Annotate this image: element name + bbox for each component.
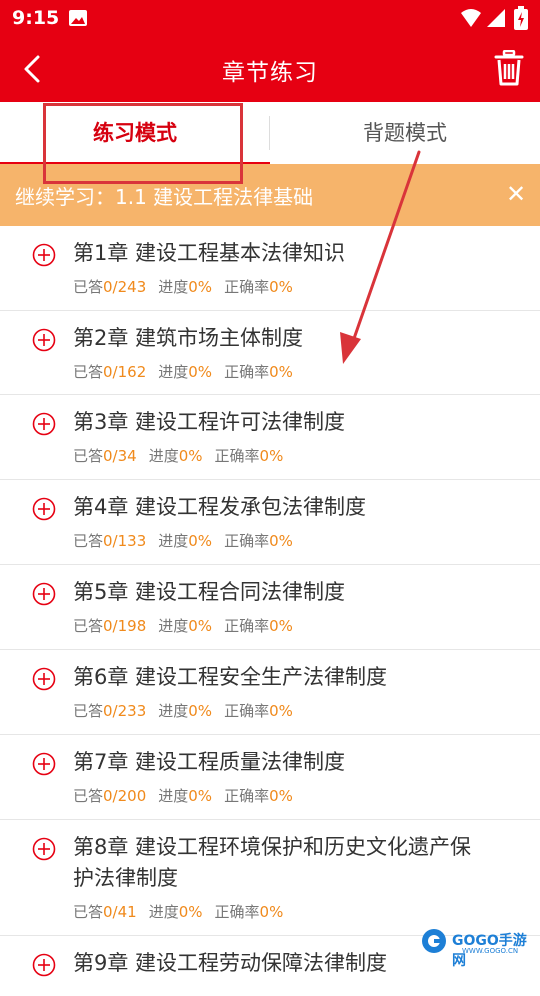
chapter-title: 第6章 建设工程安全生产法律制度 [73, 665, 388, 689]
chapter-title: 第4章 建设工程发承包法律制度 [73, 495, 367, 519]
status-time: 9:15 [12, 7, 60, 29]
plus-circle-icon[interactable] [32, 328, 56, 352]
list-item[interactable]: 第7章 建设工程质量法律制度 已答0/200 进度0% 正确率0% [0, 735, 540, 820]
tab-label: 背题模式 [363, 121, 447, 145]
list-item[interactable]: 第2章 建筑市场主体制度 已答0/162 进度0% 正确率0% [0, 311, 540, 395]
chapter-stats: 已答0/200 进度0% 正确率0% [73, 787, 293, 805]
chapter-title: 第8章 建设工程环境保护和历史文化遗产保护法律制度 [73, 835, 472, 890]
chapter-stats: 已答0/243 进度0% 正确率0% [73, 278, 293, 296]
status-bar: 9:15 [0, 0, 540, 36]
trash-icon[interactable] [494, 50, 524, 86]
tab-label: 练习模式 [93, 121, 177, 145]
chapter-title: 第3章 建设工程许可法律制度 [73, 410, 346, 434]
resume-study-text: 继续学习：1.1 建设工程法律基础 [15, 185, 314, 209]
tab-recite-mode[interactable]: 背题模式 [270, 102, 540, 164]
chapter-list: 第1章 建设工程基本法律知识 已答0/243 进度0% 正确率0% 第2章 建筑市场… [0, 226, 540, 996]
chapter-stats: 已答0/41 进度0% 正确率0% [73, 903, 284, 921]
chapter-stats: 已答0/133 进度0% 正确率0% [73, 532, 293, 550]
chapter-title: 第7章 建设工程质量法律制度 [73, 750, 346, 774]
list-item[interactable]: 第3章 建设工程许可法律制度 已答0/34 进度0% 正确率0% [0, 395, 540, 480]
list-item[interactable]: 第6章 建设工程安全生产法律制度 已答0/233 进度0% 正确率0% [0, 650, 540, 735]
list-item[interactable]: 第5章 建设工程合同法律制度 已答0/198 进度0% 正确率0% [0, 565, 540, 650]
chapter-title: 第1章 建设工程基本法律知识 [73, 241, 346, 265]
chapter-stats: 已答0/198 进度0% 正确率0% [73, 617, 293, 635]
list-item[interactable]: 第8章 建设工程环境保护和历史文化遗产保护法律制度 已答0/41 进度0% 正确率0… [0, 820, 540, 936]
close-icon[interactable]: ✕ [506, 182, 526, 206]
chapter-stats: 已答0/162 进度0% 正确率0% [73, 363, 293, 381]
page-title: 章节练习 [222, 60, 318, 86]
resume-study-banner[interactable]: 继续学习：1.1 建设工程法律基础 ✕ [0, 164, 540, 226]
plus-circle-icon[interactable] [32, 412, 56, 436]
plus-circle-icon[interactable] [32, 953, 56, 977]
tab-practice-mode[interactable]: 练习模式 [0, 102, 270, 164]
plus-circle-icon[interactable] [32, 243, 56, 267]
signal-icon [487, 9, 505, 27]
wifi-icon [461, 9, 481, 27]
app-toolbar: 章节练习 [0, 36, 540, 102]
plus-circle-icon[interactable] [32, 667, 56, 691]
plus-circle-icon[interactable] [32, 497, 56, 521]
watermark-subtext: WWW.GOGO.CN [462, 947, 519, 955]
image-notification-icon [69, 10, 87, 26]
list-item[interactable]: 第4章 建设工程发承包法律制度 已答0/133 进度0% 正确率0% [0, 480, 540, 565]
plus-circle-icon[interactable] [32, 837, 56, 861]
mode-tabs: 练习模式 背题模式 [0, 102, 540, 165]
chapter-stats: 已答0/233 进度0% 正确率0% [73, 702, 293, 720]
plus-circle-icon[interactable] [32, 752, 56, 776]
plus-circle-icon[interactable] [32, 582, 56, 606]
chapter-title: 第2章 建筑市场主体制度 [73, 326, 304, 350]
chapter-stats: 已答0/34 进度0% 正确率0% [73, 447, 284, 465]
battery-icon [514, 6, 528, 30]
chapter-title: 第5章 建设工程合同法律制度 [73, 580, 346, 604]
list-item[interactable]: 第1章 建设工程基本法律知识 已答0/243 进度0% 正确率0% [0, 226, 540, 311]
